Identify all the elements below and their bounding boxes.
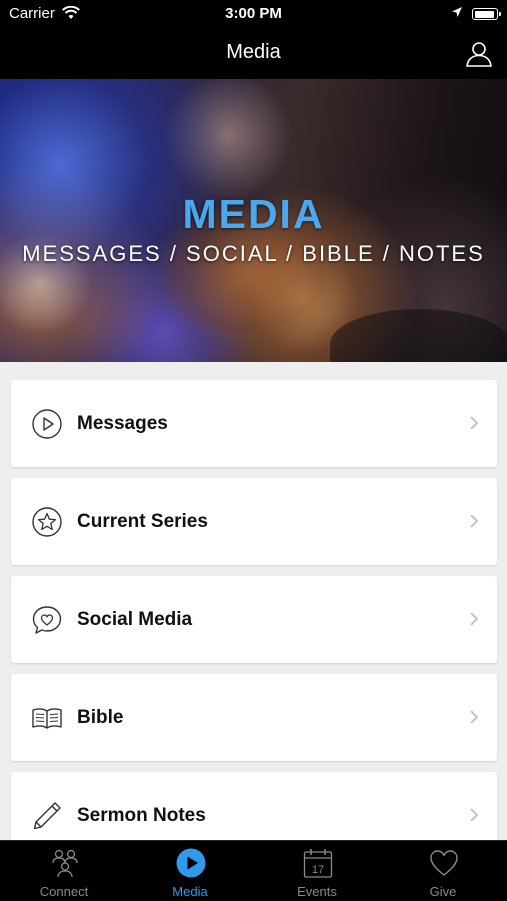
hero-banner: MEDIA MESSAGES / SOCIAL / BIBLE / NOTES [0,79,507,362]
menu-item-label: Sermon Notes [77,805,206,826]
chevron-right-icon [470,612,479,626]
menu-item-label: Bible [77,707,124,728]
navigation-bar: Media [0,28,507,79]
tab-media[interactable]: Media [127,841,253,901]
menu-item-social-media[interactable]: Social Media [11,576,497,663]
hero-title: MEDIA [182,191,325,237]
chevron-right-icon [470,710,479,724]
chevron-right-icon [470,808,479,822]
menu-item-label: Social Media [77,609,193,630]
profile-icon[interactable] [465,40,493,68]
hero-subtitle: MESSAGES / SOCIAL / BIBLE / NOTES [22,241,485,266]
calendar-day: 17 [312,864,324,876]
tab-label: Connect [39,884,89,899]
book-icon [32,708,62,729]
clock: 3:00 PM [225,5,282,22]
tab-label: Give [429,884,457,899]
people-icon [52,849,78,878]
tab-bar: Connect Media 17 Events Give [0,840,507,901]
pencil-icon [33,802,61,830]
chevron-right-icon [470,416,479,430]
star-circle-icon [32,507,62,537]
heart-bubble-icon [32,606,62,634]
status-bar: Carrier 3:00 PM [0,0,507,28]
tab-events[interactable]: 17 Events [254,841,380,901]
menu-item-label: Current Series [77,511,208,532]
heart-icon [430,850,458,876]
hero-image-shadow [330,309,507,362]
play-circle-icon [32,409,62,439]
menu-item-bible[interactable]: Bible [11,674,497,761]
menu-item-messages[interactable]: Messages [11,380,497,467]
tab-give[interactable]: Give [380,841,506,901]
chevron-right-icon [470,514,479,528]
battery-icon [472,8,501,20]
menu-item-label: Messages [77,413,168,434]
page-title: Media [226,41,281,63]
tab-connect[interactable]: Connect [1,841,127,901]
location-arrow-icon [452,7,462,17]
tab-label: Events [297,884,337,899]
calendar-icon: 17 [303,849,333,878]
play-circle-icon [176,848,206,878]
tab-label: Media [172,884,208,899]
menu-item-current-series[interactable]: Current Series [11,478,497,565]
